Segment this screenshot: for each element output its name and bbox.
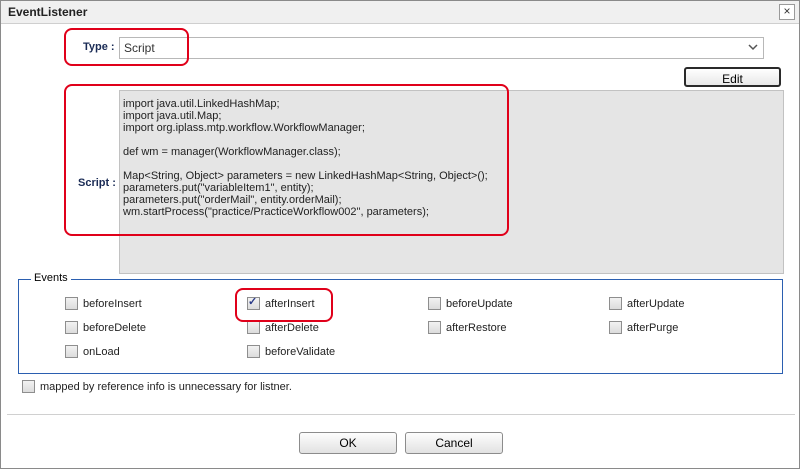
checkbox-box[interactable] <box>609 297 622 310</box>
type-select[interactable]: Script <box>119 37 764 59</box>
checkbox-afterrestore[interactable]: afterRestore <box>428 321 507 334</box>
checkbox-box-checked[interactable] <box>247 295 260 310</box>
script-label: Script : <box>78 177 116 189</box>
checkbox-box[interactable] <box>22 380 35 393</box>
checkbox-beforeupdate[interactable]: beforeUpdate <box>428 297 513 310</box>
checkbox-mapped-by-reference[interactable]: mapped by reference info is unnecessary … <box>22 380 292 393</box>
checkbox-label: onLoad <box>83 345 120 358</box>
script-line: parameters.put("orderMail", entity.order… <box>123 194 342 206</box>
checkbox-beforeinsert[interactable]: beforeInsert <box>65 297 142 310</box>
ok-button[interactable]: OK <box>299 432 397 454</box>
checkbox-label: afterPurge <box>627 321 679 334</box>
event-listener-dialog: EventListener × Type : Script Edit Scrip… <box>0 0 800 469</box>
checkbox-label: mapped by reference info is unnecessary … <box>40 380 292 393</box>
checkbox-label: afterDelete <box>265 321 319 334</box>
events-legend: Events <box>31 272 71 284</box>
type-selected-value: Script <box>124 41 155 55</box>
checkbox-label: beforeInsert <box>83 297 142 310</box>
checkbox-box[interactable] <box>428 321 441 334</box>
checkbox-beforedelete[interactable]: beforeDelete <box>65 321 146 334</box>
script-line: Map<String, Object> parameters = new Lin… <box>123 170 488 182</box>
checkbox-label: beforeDelete <box>83 321 146 334</box>
checkbox-box[interactable] <box>65 297 78 310</box>
checkbox-afterinsert[interactable]: afterInsert <box>247 295 315 310</box>
close-icon[interactable]: × <box>779 4 795 20</box>
checkbox-label: afterUpdate <box>627 297 685 310</box>
footer-divider <box>7 414 795 415</box>
checkbox-afterupdate[interactable]: afterUpdate <box>609 297 684 310</box>
edit-button[interactable]: Edit <box>684 67 781 87</box>
script-line: import java.util.Map; <box>123 110 222 122</box>
checkbox-label: beforeUpdate <box>446 297 513 310</box>
script-line: parameters.put("variableItem1", entity); <box>123 182 314 194</box>
checkbox-afterpurge[interactable]: afterPurge <box>609 321 678 334</box>
checkbox-label: beforeValidate <box>265 345 336 358</box>
script-editor[interactable]: import java.util.LinkedHashMap; import j… <box>119 90 784 274</box>
checkbox-box[interactable] <box>65 321 78 334</box>
script-line: import org.iplass.mtp.workflow.WorkflowM… <box>123 122 365 134</box>
checkbox-label: afterRestore <box>446 321 507 334</box>
script-line: def wm = manager(WorkflowManager.class); <box>123 146 341 158</box>
checkbox-box[interactable] <box>247 321 260 334</box>
checkbox-afterdelete[interactable]: afterDelete <box>247 321 319 334</box>
type-label: Type : <box>83 41 115 53</box>
checkbox-beforevalidate[interactable]: beforeValidate <box>247 345 335 358</box>
checkbox-label: afterInsert <box>265 297 315 310</box>
checkbox-box[interactable] <box>247 345 260 358</box>
checkbox-box[interactable] <box>428 297 441 310</box>
script-line: import java.util.LinkedHashMap; <box>123 98 280 110</box>
script-line: wm.startProcess("practice/PracticeWorkfl… <box>123 206 429 218</box>
cancel-button[interactable]: Cancel <box>405 432 503 454</box>
chevron-down-icon <box>748 44 758 51</box>
checkbox-box[interactable] <box>609 321 622 334</box>
checkbox-box[interactable] <box>65 345 78 358</box>
dialog-title: EventListener <box>8 5 88 19</box>
checkbox-onload[interactable]: onLoad <box>65 345 120 358</box>
events-fieldset: Events beforeInsert afterInsert beforeUp… <box>18 272 783 374</box>
title-bar[interactable]: EventListener × <box>1 1 799 24</box>
